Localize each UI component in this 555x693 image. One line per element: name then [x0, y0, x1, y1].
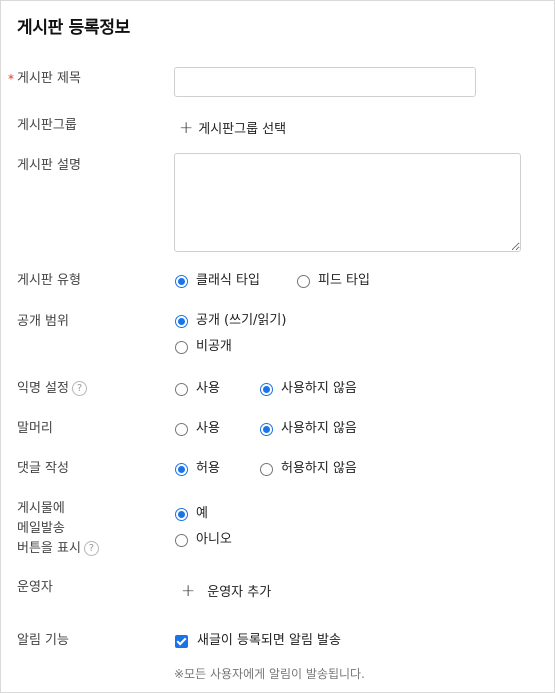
comment-allow-label: 허용 — [196, 461, 220, 476]
prefix-use-radio[interactable]: 사용 — [175, 421, 220, 437]
mail-button-label-line1: 게시물에 — [17, 501, 65, 516]
radio-unselected-icon — [175, 533, 188, 547]
board-type-classic-radio[interactable]: 클래식 타입 — [175, 273, 260, 289]
select-board-group-button[interactable]: + 게시판그룹 선택 — [179, 118, 286, 137]
help-icon[interactable]: ? — [83, 541, 99, 556]
mail-button-label: 게시물에 메일발송 버튼을 표시? — [17, 499, 99, 559]
add-operator-button[interactable]: + 운영자 추가 — [181, 581, 271, 600]
public-scope-private-label: 비공개 — [196, 339, 232, 354]
board-registration-panel: 게시판 등록정보 * 게시판 제목 게시판그룹 + 게시판그룹 선택 게시판 설… — [0, 0, 555, 693]
radio-unselected-icon — [175, 382, 188, 396]
prefix-nouse-label: 사용하지 않음 — [281, 421, 357, 436]
comment-disallow-radio[interactable]: 허용하지 않음 — [260, 461, 357, 477]
board-type-label: 게시판 유형 — [17, 273, 81, 288]
add-operator-label: 운영자 추가 — [207, 585, 272, 600]
board-type-feed-label: 피드 타입 — [318, 273, 370, 288]
required-mark: * — [8, 72, 14, 86]
mail-button-label-line2: 메일발송 — [17, 521, 65, 536]
board-title-label-text: 게시판 제목 — [17, 71, 81, 86]
comment-allow-radio[interactable]: 허용 — [175, 461, 220, 477]
checkbox-checked-icon — [175, 634, 188, 648]
prefix-nouse-radio[interactable]: 사용하지 않음 — [260, 421, 357, 437]
prefix-use-label: 사용 — [196, 421, 220, 436]
notification-checkbox-label: 새글이 등록되면 알림 발송 — [197, 633, 341, 648]
mail-button-label-line3-text: 버튼을 표시 — [17, 541, 81, 556]
public-scope-label: 공개 범위 — [17, 314, 69, 329]
plus-icon: + — [181, 580, 196, 601]
anonymous-use-radio[interactable]: 사용 — [175, 381, 220, 397]
plus-icon: + — [179, 117, 194, 138]
prefix-label: 말머리 — [17, 421, 53, 436]
comment-label: 댓글 작성 — [17, 461, 69, 476]
page-title: 게시판 등록정보 — [17, 18, 130, 38]
radio-selected-icon — [260, 382, 273, 396]
board-type-classic-label: 클래식 타입 — [196, 273, 260, 288]
comment-disallow-label: 허용하지 않음 — [281, 461, 357, 476]
public-scope-private-radio[interactable]: 비공개 — [175, 339, 232, 355]
operator-label: 운영자 — [17, 580, 53, 595]
mail-button-no-label: 아니오 — [196, 532, 232, 547]
radio-selected-icon — [175, 462, 188, 476]
radio-unselected-icon — [260, 462, 273, 476]
anonymous-nouse-radio[interactable]: 사용하지 않음 — [260, 381, 357, 397]
mail-button-no-radio[interactable]: 아니오 — [175, 532, 232, 548]
board-description-label: 게시판 설명 — [17, 158, 81, 173]
select-board-group-label: 게시판그룹 선택 — [198, 122, 287, 137]
radio-unselected-icon — [297, 274, 310, 288]
anonymous-label: 익명 설정? — [17, 379, 87, 399]
board-title-input[interactable] — [174, 67, 476, 97]
mail-button-label-line3: 버튼을 표시? — [17, 539, 99, 559]
board-group-label: 게시판그룹 — [17, 118, 77, 133]
board-title-label: * 게시판 제목 — [8, 69, 81, 89]
radio-selected-icon — [175, 507, 188, 521]
public-scope-public-label: 공개 (쓰기/읽기) — [196, 313, 287, 328]
help-icon[interactable]: ? — [71, 381, 87, 396]
radio-selected-icon — [175, 314, 188, 328]
radio-selected-icon — [260, 422, 273, 436]
public-scope-public-radio[interactable]: 공개 (쓰기/읽기) — [175, 313, 286, 329]
radio-unselected-icon — [175, 340, 188, 354]
notification-note: ※모든 사용자에게 알림이 발송됩니다. — [174, 667, 365, 681]
radio-unselected-icon — [175, 422, 188, 436]
board-type-feed-radio[interactable]: 피드 타입 — [297, 273, 370, 289]
notification-checkbox[interactable]: 새글이 등록되면 알림 발송 — [175, 633, 341, 649]
board-description-textarea[interactable] — [174, 153, 521, 252]
mail-button-yes-label: 예 — [196, 506, 208, 521]
anonymous-use-label: 사용 — [196, 381, 220, 396]
mail-button-yes-radio[interactable]: 예 — [175, 506, 208, 522]
anonymous-label-text: 익명 설정 — [17, 381, 69, 396]
anonymous-nouse-label: 사용하지 않음 — [281, 381, 357, 396]
radio-selected-icon — [175, 274, 188, 288]
notification-label: 알림 기능 — [17, 633, 69, 648]
